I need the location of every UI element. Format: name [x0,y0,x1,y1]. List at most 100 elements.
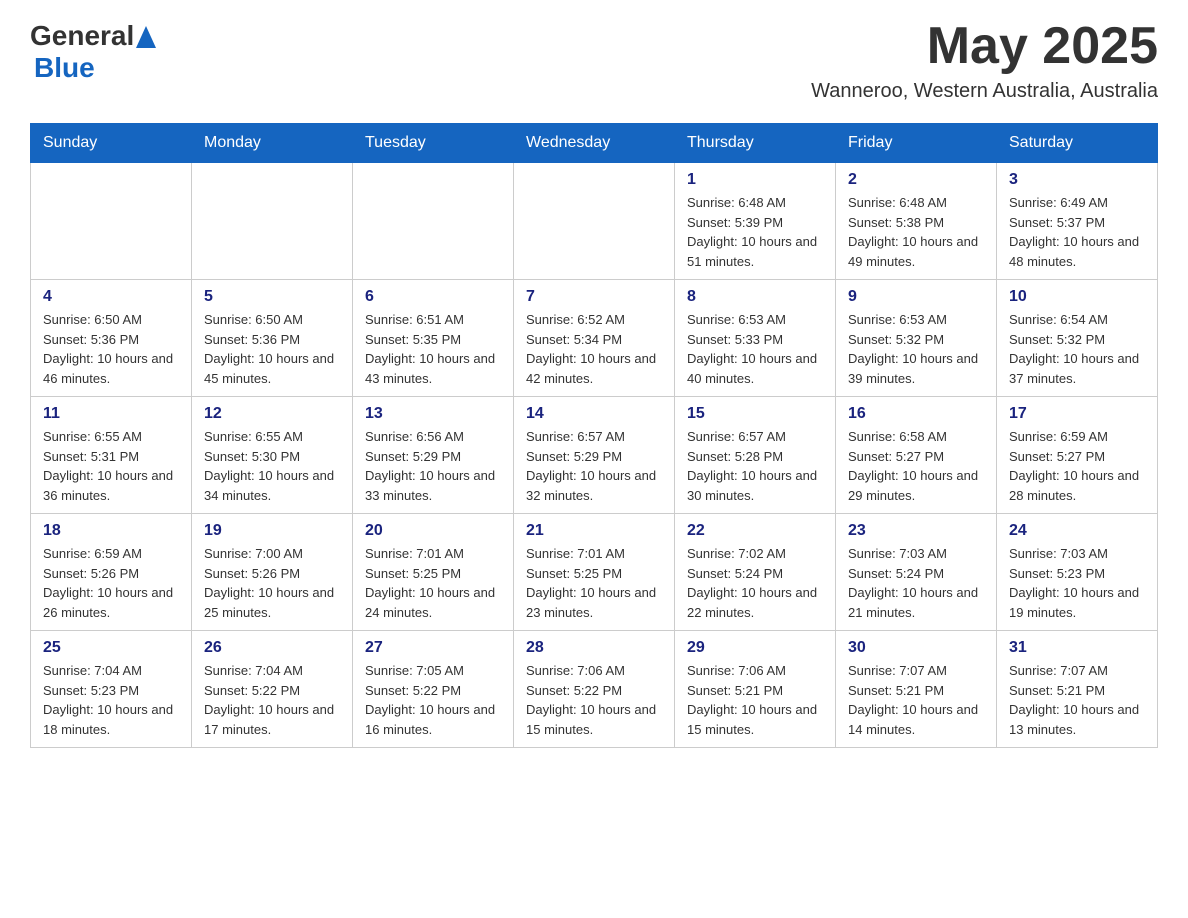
day-number: 27 [365,639,501,657]
calendar-cell: 6 Sunrise: 6:51 AMSunset: 5:35 PMDaylight… [353,280,514,397]
day-number: 26 [204,639,340,657]
col-tuesday: Tuesday [353,124,514,163]
calendar-cell [192,163,353,280]
col-thursday: Thursday [675,124,836,163]
day-info: Sunrise: 6:57 AMSunset: 5:28 PMDaylight:… [687,427,823,505]
calendar-cell: 20 Sunrise: 7:01 AMSunset: 5:25 PMDayligh… [353,514,514,631]
day-info: Sunrise: 7:07 AMSunset: 5:21 PMDaylight:… [1009,661,1145,739]
location-text: Wanneroo, Western Australia, Australia [811,80,1158,103]
week-row-5: 25 Sunrise: 7:04 AMSunset: 5:23 PMDayligh… [31,631,1158,748]
col-wednesday: Wednesday [514,124,675,163]
calendar-cell: 7 Sunrise: 6:52 AMSunset: 5:34 PMDaylight… [514,280,675,397]
calendar-cell [31,163,192,280]
day-number: 25 [43,639,179,657]
day-number: 13 [365,405,501,423]
logo: General Blue [30,20,156,84]
week-row-2: 4 Sunrise: 6:50 AMSunset: 5:36 PMDaylight… [31,280,1158,397]
day-number: 6 [365,288,501,306]
day-info: Sunrise: 7:03 AMSunset: 5:23 PMDaylight:… [1009,544,1145,622]
day-info: Sunrise: 6:53 AMSunset: 5:33 PMDaylight:… [687,310,823,388]
day-number: 29 [687,639,823,657]
day-number: 31 [1009,639,1145,657]
day-number: 20 [365,522,501,540]
day-number: 22 [687,522,823,540]
day-number: 10 [1009,288,1145,306]
calendar-cell: 8 Sunrise: 6:53 AMSunset: 5:33 PMDaylight… [675,280,836,397]
calendar-cell: 28 Sunrise: 7:06 AMSunset: 5:22 PMDayligh… [514,631,675,748]
month-title: May 2025 [811,20,1158,72]
calendar-cell: 25 Sunrise: 7:04 AMSunset: 5:23 PMDayligh… [31,631,192,748]
day-number: 30 [848,639,984,657]
calendar-cell: 2 Sunrise: 6:48 AMSunset: 5:38 PMDaylight… [836,163,997,280]
calendar-cell: 19Sunrise: 7:00 AMSunset: 5:26 PMDayligh… [192,514,353,631]
day-info: Sunrise: 6:58 AMSunset: 5:27 PMDaylight:… [848,427,984,505]
day-info: Sunrise: 6:48 AMSunset: 5:39 PMDaylight:… [687,193,823,271]
day-info: Sunrise: 6:54 AMSunset: 5:32 PMDaylight:… [1009,310,1145,388]
day-info: Sunrise: 6:52 AMSunset: 5:34 PMDaylight:… [526,310,662,388]
logo-blue-text: Blue [34,52,95,83]
day-info: Sunrise: 6:59 AMSunset: 5:26 PMDaylight:… [43,544,179,622]
day-number: 5 [204,288,340,306]
day-number: 12 [204,405,340,423]
day-number: 18 [43,522,179,540]
calendar-cell: 29 Sunrise: 7:06 AMSunset: 5:21 PMDayligh… [675,631,836,748]
day-info: Sunrise: 6:56 AMSunset: 5:29 PMDaylight:… [365,427,501,505]
col-monday: Monday [192,124,353,163]
calendar-cell: 30 Sunrise: 7:07 AMSunset: 5:21 PMDayligh… [836,631,997,748]
calendar-cell: 4 Sunrise: 6:50 AMSunset: 5:36 PMDaylight… [31,280,192,397]
calendar-cell: 15 Sunrise: 6:57 AMSunset: 5:28 PMDayligh… [675,397,836,514]
day-info: Sunrise: 7:03 AMSunset: 5:24 PMDaylight:… [848,544,984,622]
day-info: Sunrise: 6:50 AMSunset: 5:36 PMDaylight:… [204,310,340,388]
day-info: Sunrise: 7:02 AMSunset: 5:24 PMDaylight:… [687,544,823,622]
calendar-cell: 11Sunrise: 6:55 AMSunset: 5:31 PMDayligh… [31,397,192,514]
calendar-cell: 16Sunrise: 6:58 AMSunset: 5:27 PMDayligh… [836,397,997,514]
day-number: 23 [848,522,984,540]
day-info: Sunrise: 6:51 AMSunset: 5:35 PMDaylight:… [365,310,501,388]
calendar-cell: 1Sunrise: 6:48 AMSunset: 5:39 PMDaylight… [675,163,836,280]
logo-general-text: General [30,20,134,52]
day-info: Sunrise: 7:01 AMSunset: 5:25 PMDaylight:… [526,544,662,622]
day-number: 8 [687,288,823,306]
calendar-cell: 12 Sunrise: 6:55 AMSunset: 5:30 PMDayligh… [192,397,353,514]
calendar-cell: 3 Sunrise: 6:49 AMSunset: 5:37 PMDaylight… [997,163,1158,280]
day-info: Sunrise: 7:06 AMSunset: 5:22 PMDaylight:… [526,661,662,739]
col-saturday: Saturday [997,124,1158,163]
calendar-cell [514,163,675,280]
day-info: Sunrise: 7:00 AMSunset: 5:26 PMDaylight:… [204,544,340,622]
calendar-cell: 18 Sunrise: 6:59 AMSunset: 5:26 PMDayligh… [31,514,192,631]
day-number: 2 [848,171,984,189]
calendar-table: Sunday Monday Tuesday Wednesday Thursday… [30,123,1158,748]
day-info: Sunrise: 7:06 AMSunset: 5:21 PMDaylight:… [687,661,823,739]
day-number: 15 [687,405,823,423]
day-info: Sunrise: 6:55 AMSunset: 5:30 PMDaylight:… [204,427,340,505]
week-row-4: 18 Sunrise: 6:59 AMSunset: 5:26 PMDayligh… [31,514,1158,631]
day-info: Sunrise: 7:07 AMSunset: 5:21 PMDaylight:… [848,661,984,739]
day-info: Sunrise: 6:49 AMSunset: 5:37 PMDaylight:… [1009,193,1145,271]
day-info: Sunrise: 6:53 AMSunset: 5:32 PMDaylight:… [848,310,984,388]
calendar-cell: 22 Sunrise: 7:02 AMSunset: 5:24 PMDayligh… [675,514,836,631]
calendar-cell: 5 Sunrise: 6:50 AMSunset: 5:36 PMDaylight… [192,280,353,397]
day-info: Sunrise: 7:04 AMSunset: 5:23 PMDaylight:… [43,661,179,739]
calendar-cell: 14Sunrise: 6:57 AMSunset: 5:29 PMDayligh… [514,397,675,514]
day-number: 7 [526,288,662,306]
day-number: 4 [43,288,179,306]
day-number: 9 [848,288,984,306]
calendar-header-row: Sunday Monday Tuesday Wednesday Thursday… [31,124,1158,163]
day-info: Sunrise: 7:01 AMSunset: 5:25 PMDaylight:… [365,544,501,622]
day-info: Sunrise: 7:05 AMSunset: 5:22 PMDaylight:… [365,661,501,739]
day-number: 28 [526,639,662,657]
day-number: 11 [43,405,179,423]
day-info: Sunrise: 6:59 AMSunset: 5:27 PMDaylight:… [1009,427,1145,505]
day-number: 3 [1009,171,1145,189]
calendar-cell: 26Sunrise: 7:04 AMSunset: 5:22 PMDayligh… [192,631,353,748]
day-number: 14 [526,405,662,423]
calendar-cell: 31 Sunrise: 7:07 AMSunset: 5:21 PMDayligh… [997,631,1158,748]
day-info: Sunrise: 6:50 AMSunset: 5:36 PMDaylight:… [43,310,179,388]
calendar-cell: 21 Sunrise: 7:01 AMSunset: 5:25 PMDayligh… [514,514,675,631]
col-sunday: Sunday [31,124,192,163]
day-number: 17 [1009,405,1145,423]
title-section: May 2025 Wanneroo, Western Australia, Au… [811,20,1158,103]
calendar-cell: 9 Sunrise: 6:53 AMSunset: 5:32 PMDaylight… [836,280,997,397]
day-info: Sunrise: 6:48 AMSunset: 5:38 PMDaylight:… [848,193,984,271]
day-number: 21 [526,522,662,540]
